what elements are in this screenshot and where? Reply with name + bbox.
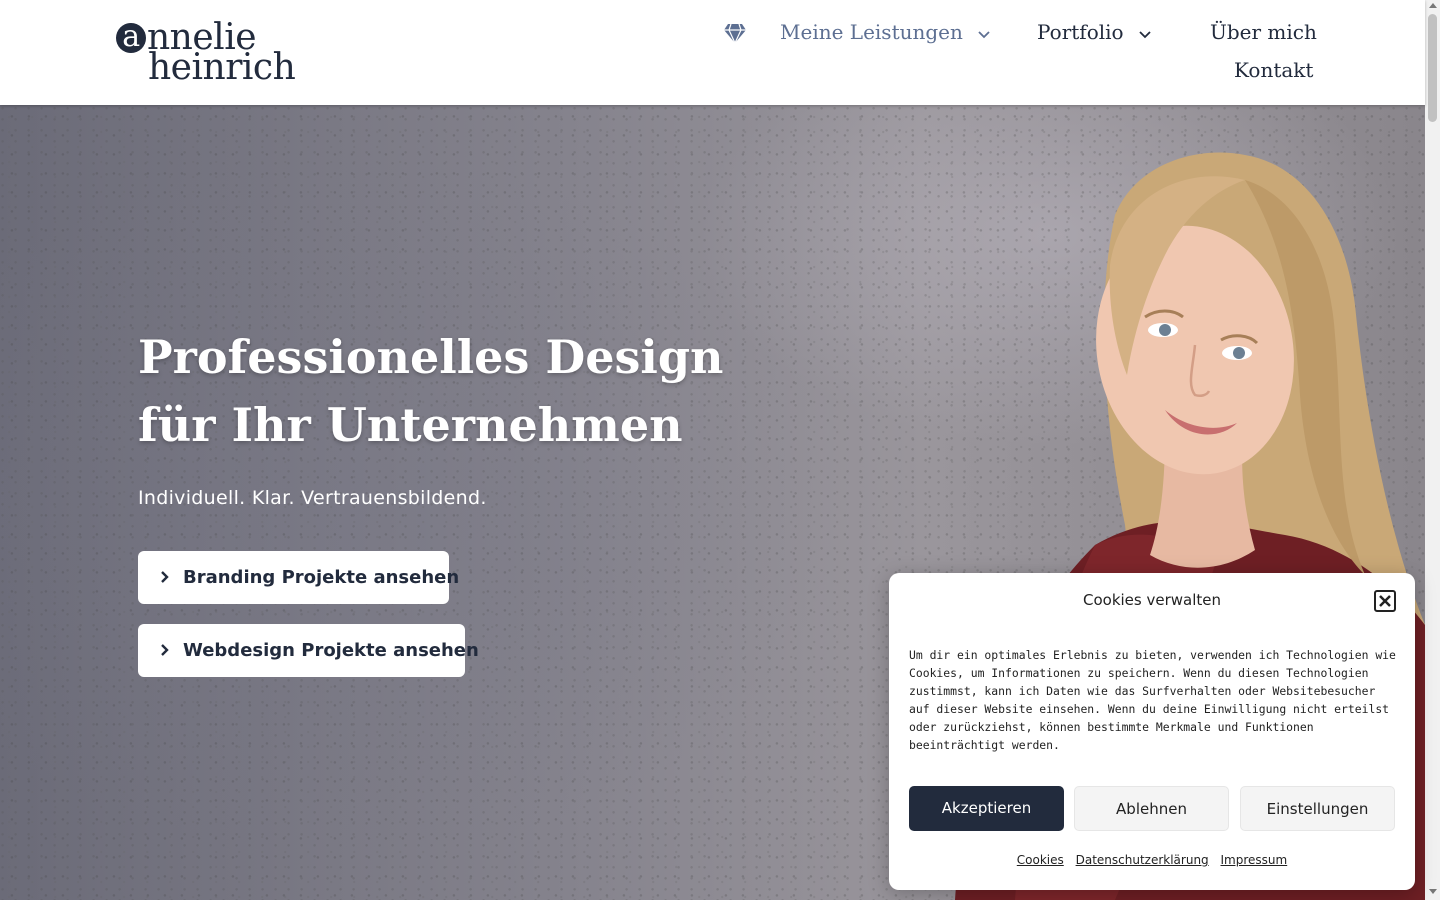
button-label: Webdesign Projekte ansehen [183,640,479,661]
logo[interactable]: a nnelie heinrich [116,18,321,88]
logo-initial: a [116,22,146,53]
cookie-description: Um dir ein optimales Erlebnis zu bieten,… [909,648,1396,752]
diamond-icon [723,22,747,45]
cookies-link[interactable]: Cookies [1017,853,1064,867]
scrollbar-thumb[interactable] [1428,14,1437,122]
nav-meine-leistungen[interactable]: Meine Leistungen [780,19,991,45]
deny-button[interactable]: Ablehnen [1074,786,1229,831]
close-icon[interactable] [1374,590,1396,612]
settings-button[interactable]: Einstellungen [1240,786,1395,831]
chevron-right-icon [161,571,169,583]
nav-portfolio[interactable]: Portfolio [1037,19,1152,45]
chevron-down-icon [1139,30,1151,38]
branding-projects-button[interactable]: Branding Projekte ansehen [138,551,459,604]
webdesign-projects-button[interactable]: Webdesign Projekte ansehen [138,624,479,677]
imprint-link[interactable]: Impressum [1221,853,1288,867]
hero-title-line2: für Ihr Unternehmen [138,398,683,452]
hero-subtitle: Individuell. Klar. Vertrauensbildend. [138,487,487,509]
cookie-title: Cookies verwalten [1082,591,1221,609]
nav-ueber-mich[interactable]: Über mich [1210,19,1317,45]
button-label: Branding Projekte ansehen [183,567,460,588]
cookie-consent-dialog: Cookies verwalten Um dir ein optimales E… [889,573,1415,890]
logo-line2: heinrich [148,47,296,88]
cookie-links: Cookies Datenschutzerklärung Impressum [889,853,1415,867]
scroll-up-icon[interactable] [1429,3,1437,8]
scroll-down-icon[interactable] [1429,889,1437,894]
hero-title: Professionelles Design für Ihr Unternehm… [138,323,838,459]
page-scrollbar[interactable] [1425,0,1440,900]
nav-kontakt[interactable]: Kontakt [1234,57,1313,83]
privacy-policy-link[interactable]: Datenschutzerklärung [1076,853,1209,867]
chevron-down-icon [978,30,990,38]
accept-button[interactable]: Akzeptieren [909,786,1064,831]
nav-label: Meine Leistungen [780,20,963,44]
site-header: a nnelie heinrich Meine Leistungen Portfo… [0,0,1425,105]
hero-title-line1: Professionelles Design [138,330,724,384]
nav-label: Portfolio [1037,20,1124,44]
chevron-right-icon [161,644,169,656]
